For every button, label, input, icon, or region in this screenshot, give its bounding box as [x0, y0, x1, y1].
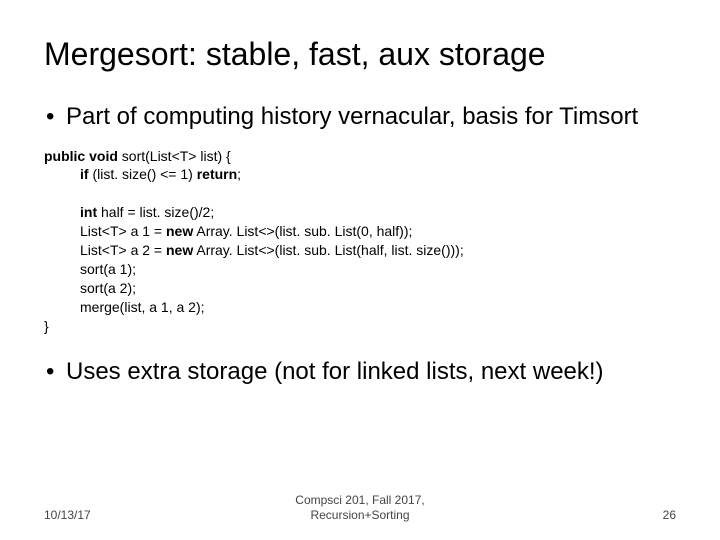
keyword: return — [197, 166, 237, 182]
code-line-1: public void sort(List<T> list) { — [44, 147, 676, 166]
code-text: (list. size() <= 1) — [89, 166, 197, 182]
keyword: int — [80, 204, 97, 220]
keyword: if — [80, 166, 89, 182]
code-text: sort(List<T> list) { — [118, 148, 231, 164]
code-line-2: if (list. size() <= 1) return; — [44, 165, 676, 184]
footer-date: 10/13/17 — [44, 508, 91, 522]
bullet-1: Part of computing history vernacular, ba… — [44, 103, 676, 131]
code-line-8: merge(list, a 1, a 2); — [44, 298, 676, 317]
code-text: Array. List<>(list. sub. List(0, half)); — [193, 223, 412, 239]
code-text: List<T> a 2 = — [80, 242, 166, 258]
code-line-7: sort(a 2); — [44, 279, 676, 298]
code-block: public void sort(List<T> list) { if (lis… — [44, 147, 676, 336]
slide-title: Mergesort: stable, fast, aux storage — [44, 36, 676, 73]
footer-course: Compsci 201, Fall 2017, Recursion+Sortin… — [295, 493, 424, 522]
keyword: new — [166, 242, 193, 258]
bullet-2: Uses extra storage (not for linked lists… — [44, 358, 676, 386]
footer-course-line2: Recursion+Sorting — [295, 508, 424, 522]
code-text: Array. List<>(list. sub. List(half, list… — [193, 242, 463, 258]
footer-course-line1: Compsci 201, Fall 2017, — [295, 493, 424, 507]
keyword: new — [166, 223, 193, 239]
code-text: ; — [237, 166, 241, 182]
code-line-4: List<T> a 1 = new Array. List<>(list. su… — [44, 222, 676, 241]
code-text: List<T> a 1 = — [80, 223, 166, 239]
footer-page-number: 26 — [663, 508, 676, 522]
slide: Mergesort: stable, fast, aux storage Par… — [0, 0, 720, 540]
code-line-9: } — [44, 317, 676, 336]
code-text: half = list. size()/2; — [97, 204, 214, 220]
code-line-6: sort(a 1); — [44, 260, 676, 279]
keyword: public void — [44, 148, 118, 164]
code-blank — [44, 184, 676, 203]
code-line-5: List<T> a 2 = new Array. List<>(list. su… — [44, 241, 676, 260]
code-line-3: int half = list. size()/2; — [44, 203, 676, 222]
